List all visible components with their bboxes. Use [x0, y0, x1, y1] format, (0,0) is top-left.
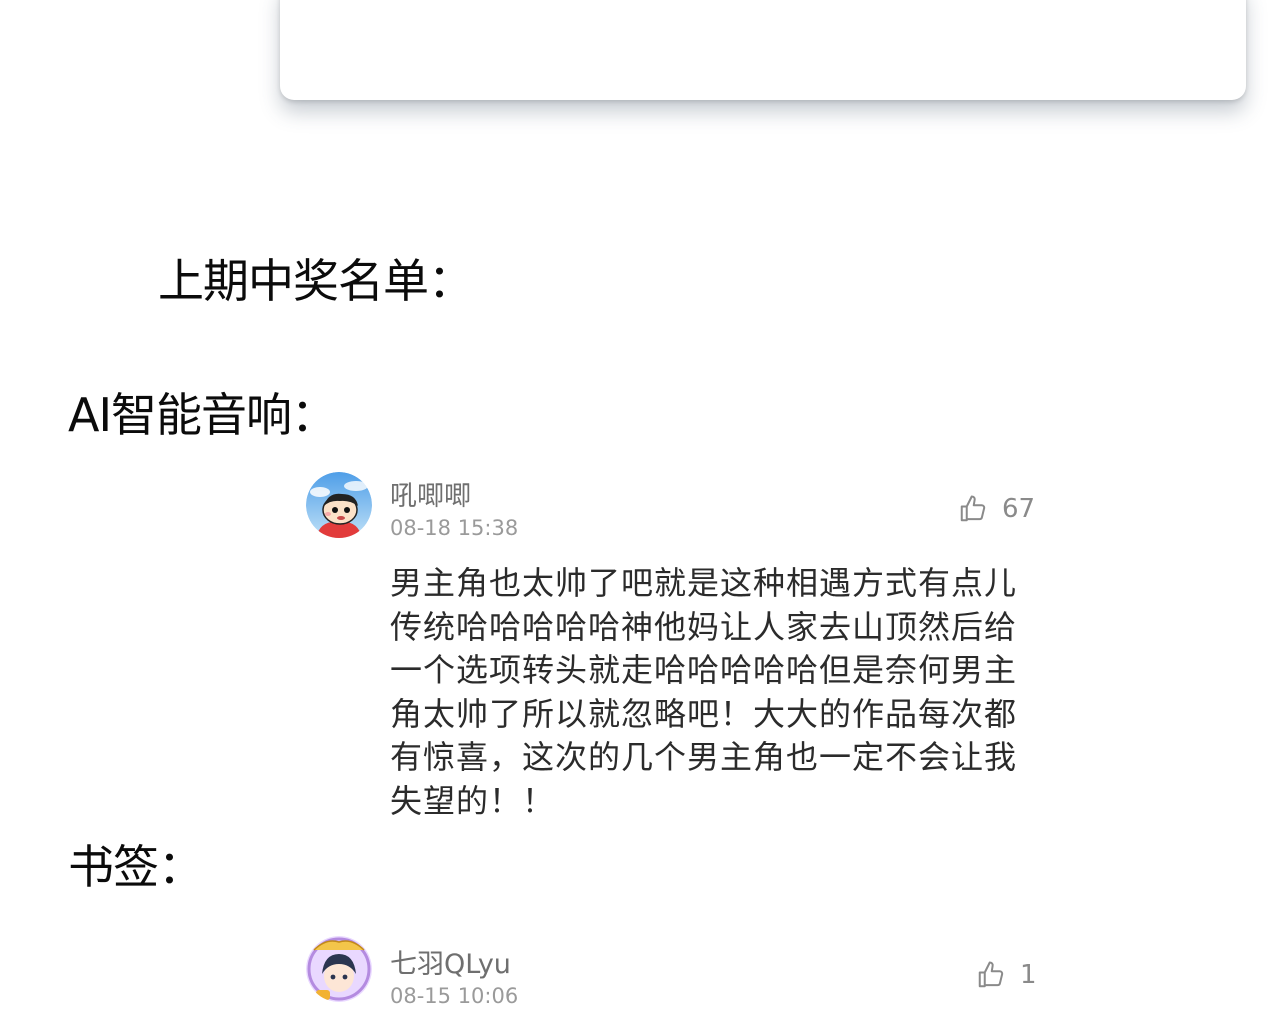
- user-avatar[interactable]: [306, 936, 372, 1002]
- comment-timestamp: 08-15 10:06: [390, 984, 519, 1008]
- thumbs-up-icon: [978, 961, 1004, 988]
- comment-username[interactable]: 吼唧唧: [390, 474, 471, 513]
- comment-item: 吼唧唧 08-18 15:38 67 男主角也太帅了吧就是这种相遇方式有点儿传统…: [306, 472, 1036, 832]
- like-count: 1: [1020, 960, 1037, 990]
- thumbs-up-icon: [960, 495, 986, 522]
- bookmark-prize-label: 书签：: [68, 840, 204, 894]
- comment-text: 男主角也太帅了吧就是这种相遇方式有点儿传统哈哈哈哈哈神他妈让人家去山顶然后给一个…: [390, 564, 1018, 820]
- like-button[interactable]: 67: [958, 494, 1035, 524]
- announcement-card: [280, 0, 1246, 100]
- speaker-prize-label: AI智能音响：: [68, 388, 337, 442]
- comment-item: 七羽QLyu 08-15 10:06 1: [306, 936, 1037, 1016]
- like-button[interactable]: 1: [976, 960, 1037, 990]
- like-count: 67: [1002, 494, 1036, 524]
- comment-timestamp: 08-18 15:38: [390, 516, 519, 540]
- crayon-boy-avatar-icon: [306, 472, 372, 538]
- winners-title: 上期中奖名单：: [158, 254, 474, 308]
- comment-username[interactable]: 七羽QLyu: [390, 942, 511, 981]
- user-avatar[interactable]: [306, 472, 372, 538]
- anime-character-avatar-icon: [306, 936, 372, 1002]
